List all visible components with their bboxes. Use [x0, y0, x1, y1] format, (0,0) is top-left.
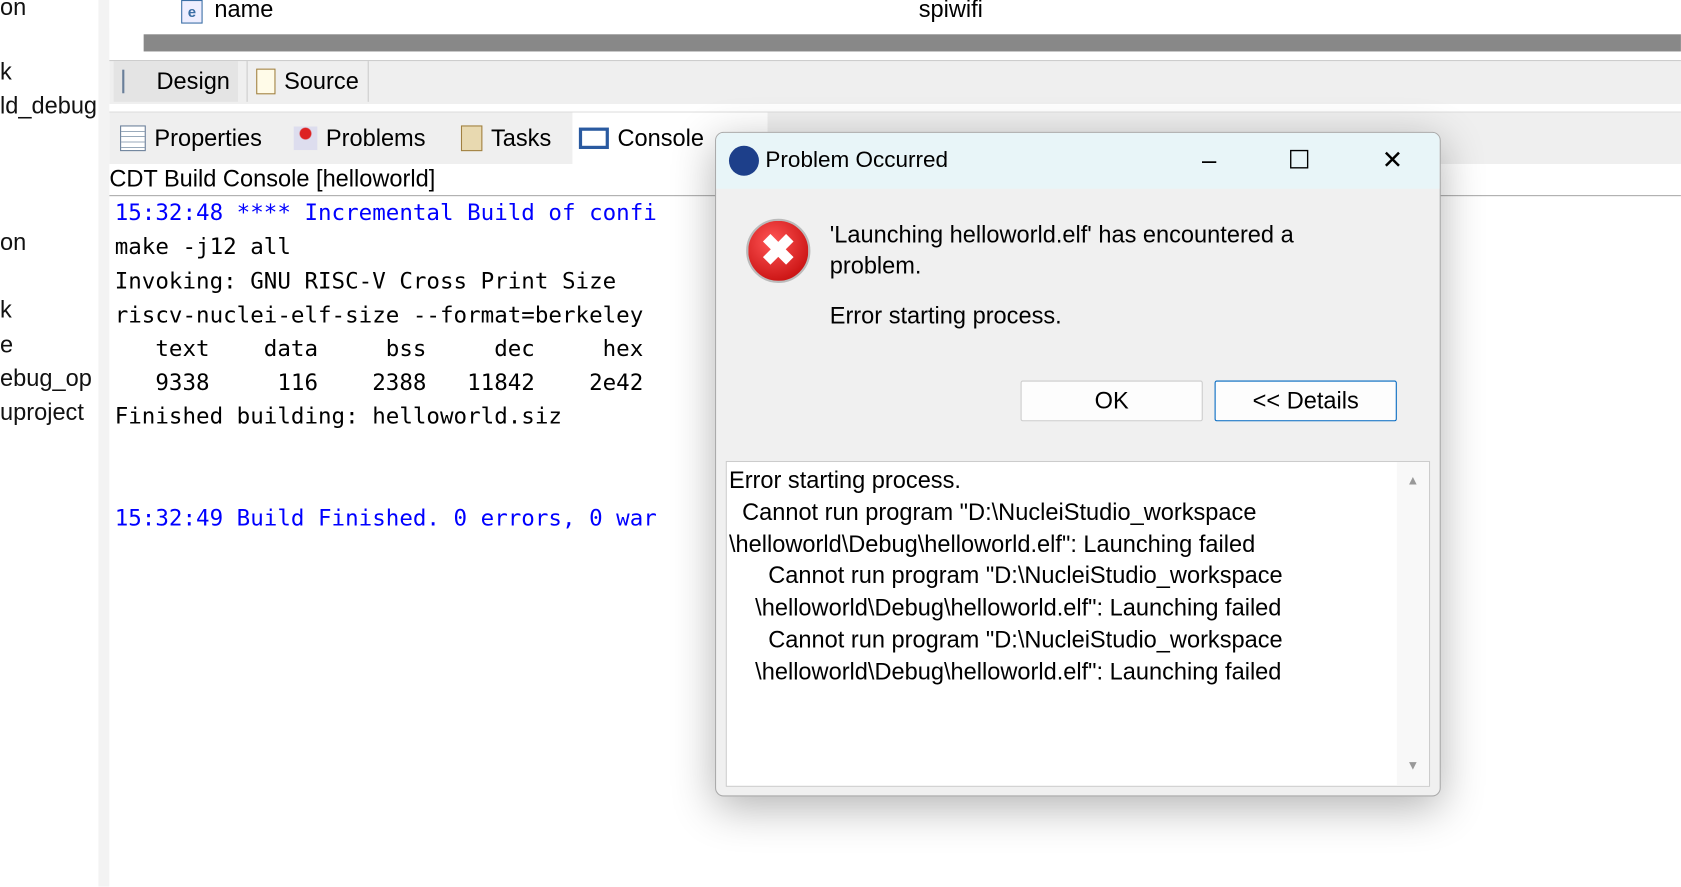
vertical-scrollbar[interactable]: ▲ ▼ — [1396, 462, 1429, 786]
console-line: Finished building: helloworld.siz — [114, 403, 562, 429]
tab-source[interactable]: Source — [246, 61, 369, 102]
dialog-titlebar[interactable]: Problem Occurred – ☐ ✕ — [716, 132, 1440, 189]
console-line: 9338 116 2388 11842 2e42 — [114, 369, 644, 396]
details-text: Error starting process. Cannot run progr… — [728, 466, 1283, 685]
tab-problems[interactable]: Problems — [287, 113, 432, 164]
error-submessage: Error starting process. — [829, 302, 1062, 330]
properties-icon — [120, 125, 146, 152]
sash[interactable] — [98, 0, 110, 887]
details-button[interactable]: << Details — [1214, 380, 1397, 422]
source-page-icon — [256, 68, 276, 95]
tree-item-fragment[interactable]: uproject — [0, 399, 84, 427]
tab-label: Design — [156, 67, 230, 95]
tree-item-fragment[interactable]: ld_debug — [0, 92, 97, 120]
project-explorer-fragment: on k ld_debug on k e ebug_op uproject — [0, 0, 100, 887]
row-name: name — [214, 0, 274, 23]
tab-design[interactable]: Design — [113, 61, 239, 102]
details-textarea[interactable]: Error starting process. Cannot run progr… — [725, 460, 1431, 787]
editor-tabs: Design Source — [109, 60, 1681, 104]
console-title: CDT Build Console [helloworld] — [109, 165, 436, 192]
console-line: text data bss dec hex — [114, 335, 644, 362]
tree-item-fragment[interactable]: ebug_op — [0, 364, 92, 392]
tab-label: Source — [284, 67, 359, 95]
maximize-button[interactable]: ☐ — [1278, 144, 1321, 178]
error-message: 'Launching helloworld.elf' has encounter… — [829, 220, 1294, 279]
tab-properties[interactable]: Properties — [114, 113, 269, 164]
console-line: riscv-nuclei-elf-size --format=berkeley — [114, 302, 644, 329]
error-icon: ✖ — [746, 218, 811, 284]
tree-item-fragment[interactable]: on — [0, 0, 26, 21]
tab-label: Tasks — [490, 124, 552, 152]
ok-button[interactable]: OK — [1020, 380, 1203, 422]
close-button[interactable]: ✕ — [1371, 144, 1414, 178]
tab-tasks[interactable]: Tasks — [455, 113, 558, 164]
tasks-icon — [460, 125, 483, 152]
console-line: make -j12 all — [114, 233, 291, 260]
tab-label: Console — [617, 124, 705, 152]
console-line: Invoking: GNU RISC-V Cross Print Size — [114, 268, 617, 294]
tree-item-fragment[interactable]: k — [0, 58, 12, 86]
row-value[interactable]: spiwifi — [919, 0, 983, 24]
element-icon: e — [181, 0, 203, 24]
console-icon — [578, 127, 609, 150]
scroll-up-icon[interactable]: ▲ — [1406, 473, 1419, 488]
console-line: 15:32:49 Build Finished. 0 errors, 0 war — [114, 504, 657, 531]
app-logo-icon — [728, 145, 759, 176]
scroll-down-icon[interactable]: ▼ — [1406, 758, 1419, 773]
tree-item-fragment[interactable]: e — [0, 331, 13, 359]
tab-label: Properties — [154, 124, 262, 152]
tab-label: Problems — [325, 124, 426, 152]
editor-row[interactable] — [109, 0, 1681, 28]
console-line: 15:32:48 **** Incremental Build of confi — [114, 199, 657, 226]
horizontal-scrollbar[interactable] — [143, 34, 1681, 52]
tree-item-fragment[interactable]: k — [0, 296, 12, 324]
problems-icon — [293, 126, 318, 151]
minimize-button[interactable]: – — [1188, 144, 1231, 178]
problem-dialog: Problem Occurred – ☐ ✕ ✖ 'Launching hell… — [715, 131, 1441, 797]
tree-item-fragment[interactable]: on — [0, 228, 26, 256]
design-tree-icon — [122, 69, 148, 94]
dialog-title: Problem Occurred — [765, 147, 949, 173]
